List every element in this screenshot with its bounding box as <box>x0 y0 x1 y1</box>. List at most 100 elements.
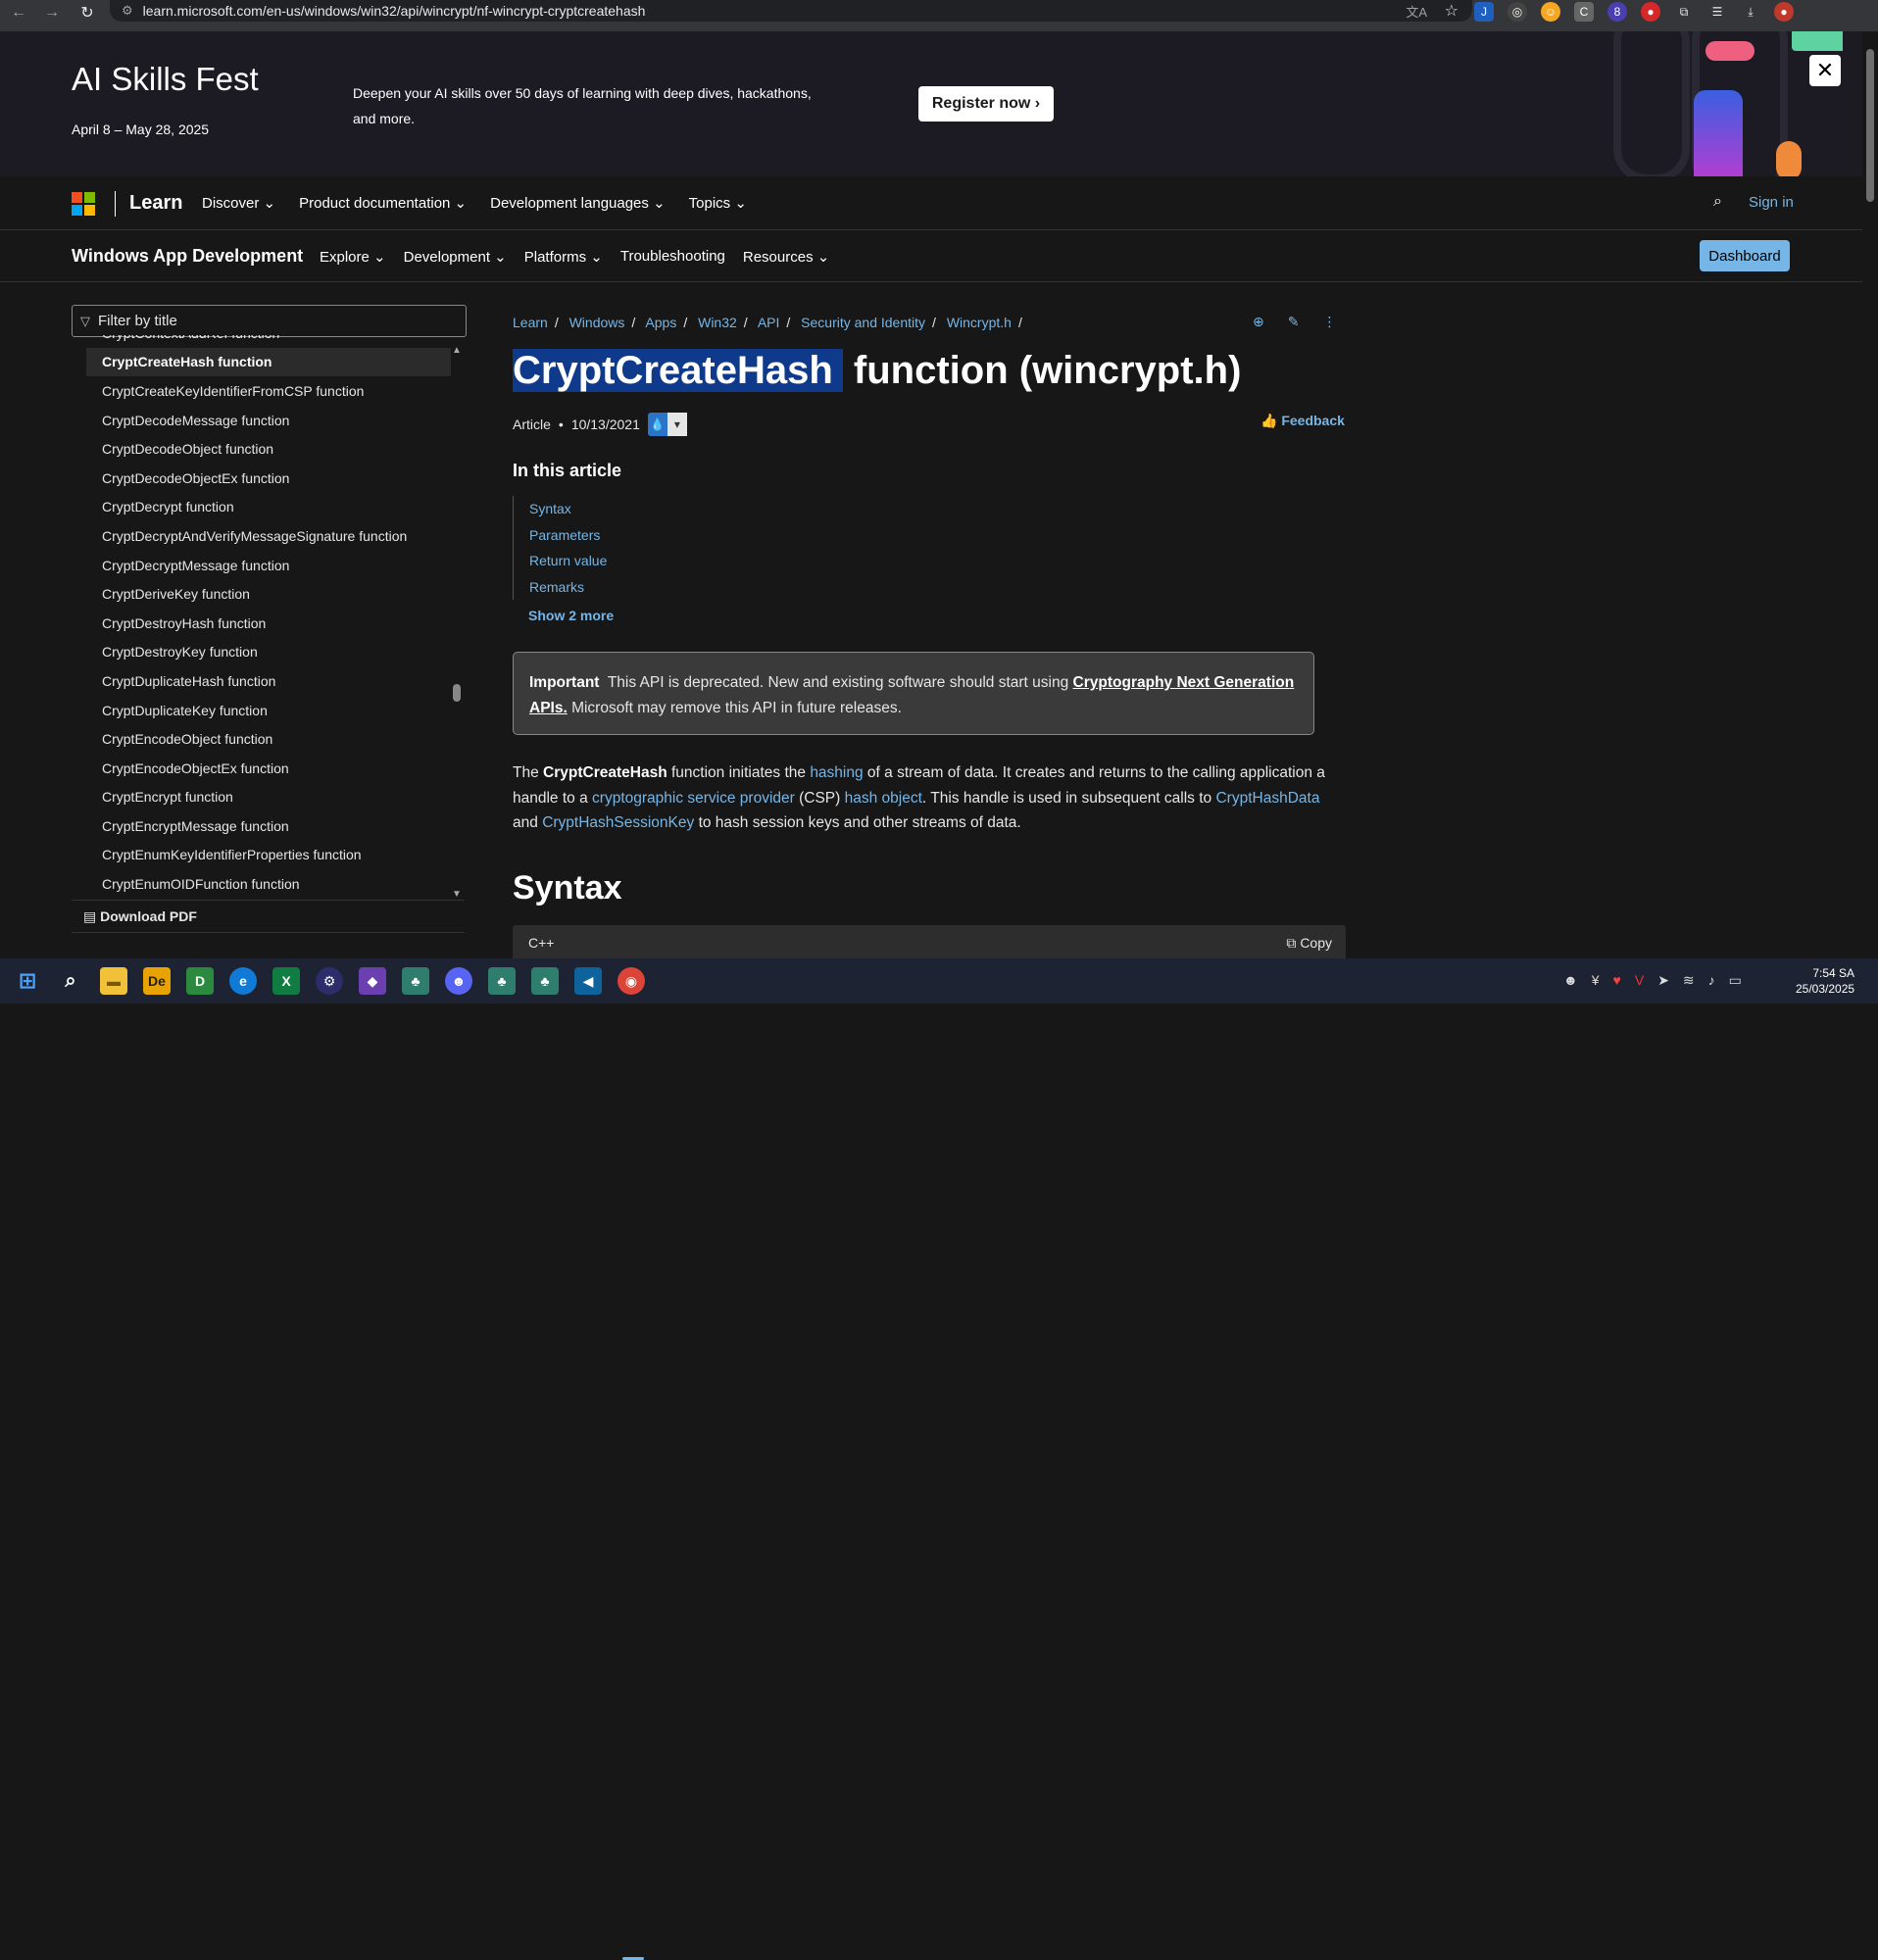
app-a-icon[interactable]: ♣ <box>402 967 429 995</box>
extension-j-icon[interactable]: J <box>1474 2 1494 22</box>
subnav-resources[interactable]: Resources ⌄ <box>743 248 829 266</box>
extension-badge[interactable]: 💧 ▾ <box>647 413 687 436</box>
crypthashdata-link[interactable]: CryptHashData <box>1215 790 1319 807</box>
extension-red-icon[interactable]: ● <box>1641 2 1660 22</box>
toc-item[interactable]: CryptDuplicateKey function <box>86 696 451 725</box>
back-icon[interactable]: ← <box>6 0 31 25</box>
extension-circle-icon[interactable]: ◎ <box>1507 2 1527 22</box>
scroll-down-icon[interactable]: ▼ <box>452 889 462 900</box>
battery-icon[interactable]: ▭ <box>1729 972 1742 989</box>
toc-item[interactable]: CryptEncryptMessage function <box>86 811 451 841</box>
toc-link-return-value[interactable]: Return value <box>529 553 607 568</box>
subnav-explore[interactable]: Explore ⌄ <box>320 248 386 266</box>
wifi-icon[interactable]: ≋ <box>1683 972 1695 989</box>
toc-item[interactable]: CryptDestroyKey function <box>86 638 451 667</box>
edit-icon[interactable]: ✎ <box>1288 314 1300 330</box>
dashboard-button[interactable]: Dashboard <box>1700 240 1790 271</box>
microsoft-logo-icon[interactable] <box>72 192 95 216</box>
toc-item[interactable]: CryptDecodeMessage function <box>86 406 451 435</box>
d-app-icon[interactable]: D <box>186 967 214 995</box>
sidebar-scrollbar[interactable]: ▲ ▼ <box>451 345 463 900</box>
edge-icon[interactable]: e <box>229 967 257 995</box>
nav-topics[interactable]: Topics ⌄ <box>689 194 747 212</box>
site-info-icon[interactable]: ⚙ <box>122 3 133 19</box>
toc-item[interactable]: CryptEncrypt function <box>86 783 451 812</box>
breadcrumb-learn[interactable]: Learn <box>513 315 548 330</box>
taskbar-clock[interactable]: 7:54 SA 25/03/2025 <box>1796 965 1854 997</box>
vscode-icon[interactable]: ◀ <box>574 967 602 995</box>
toc-link-remarks[interactable]: Remarks <box>529 579 584 595</box>
nav-product-documentation[interactable]: Product documentation ⌄ <box>299 194 467 212</box>
hash-object-link[interactable]: hash object <box>845 790 922 807</box>
toc-item[interactable]: CryptEnumOIDFunction function <box>86 869 451 899</box>
discord-icon[interactable]: ☻ <box>445 967 472 995</box>
sidebar-scroll-thumb[interactable] <box>453 684 461 702</box>
toc-item[interactable]: CryptEncodeObject function <box>86 724 451 754</box>
v-tray-icon[interactable]: V <box>1635 972 1644 989</box>
breadcrumb-apps[interactable]: Apps <box>645 315 676 330</box>
windows-start-icon[interactable]: ⊞ <box>14 967 41 995</box>
add-collection-icon[interactable]: ⊕ <box>1253 314 1264 330</box>
feedback-link[interactable]: 👍 Feedback <box>1260 413 1345 429</box>
csp-link[interactable]: cryptographic service provider <box>592 790 795 807</box>
extensions-puzzle-icon[interactable]: ⧉ <box>1674 2 1694 22</box>
volume-icon[interactable]: ♪ <box>1708 972 1715 989</box>
toc-item[interactable]: CryptEnumKeyIdentifierProperties functio… <box>86 841 451 870</box>
toc-item[interactable]: CryptDecodeObjectEx function <box>86 464 451 493</box>
more-options-icon[interactable]: ⋮ <box>1322 314 1336 330</box>
breadcrumb-api[interactable]: API <box>758 315 780 330</box>
file-explorer-icon[interactable]: ▬ <box>100 967 127 995</box>
toc-item-active[interactable]: CryptCreateHash function <box>86 347 451 377</box>
toc-item[interactable]: CryptDeriveKey function <box>86 579 451 609</box>
toc-item[interactable]: CryptDuplicateHash function <box>86 666 451 696</box>
toc-item[interactable]: CryptEncodeObjectEx function <box>86 754 451 783</box>
page-scrollbar[interactable] <box>1862 31 1878 958</box>
breadcrumb-win32[interactable]: Win32 <box>698 315 737 330</box>
toc-item[interactable]: CryptCreateKeyIdentifierFromCSP function <box>86 376 451 406</box>
subnav-development[interactable]: Development ⌄ <box>404 248 507 266</box>
nav-development-languages[interactable]: Development languages ⌄ <box>490 194 666 212</box>
breadcrumb-security[interactable]: Security and Identity <box>801 315 925 330</box>
toc-item[interactable]: CryptDecryptAndVerifyMessageSignature fu… <box>86 521 451 551</box>
search-icon[interactable]: ⌕ <box>1713 193 1722 211</box>
extension-emoji-icon[interactable]: ☺ <box>1541 2 1560 22</box>
translate-icon[interactable]: 文A <box>1406 2 1427 21</box>
download-icon[interactable]: ⤓ <box>1741 2 1760 22</box>
excel-icon[interactable]: X <box>272 967 300 995</box>
hashing-link[interactable]: hashing <box>810 764 863 781</box>
toc-item[interactable]: CryptDecryptMessage function <box>86 551 451 580</box>
toc-item[interactable]: CryptDecrypt function <box>86 493 451 522</box>
toc-link-syntax[interactable]: Syntax <box>529 501 571 516</box>
dev-app-icon[interactable]: De <box>143 967 171 995</box>
register-now-button[interactable]: Register now › <box>918 86 1054 122</box>
profile-avatar[interactable]: ● <box>1774 2 1794 22</box>
app-b-icon[interactable]: ♣ <box>488 967 516 995</box>
subnav-troubleshooting[interactable]: Troubleshooting <box>620 248 725 266</box>
cpu-tray-icon[interactable]: ¥ <box>1592 972 1600 989</box>
toc-item[interactable]: CryptContextAddRef function <box>86 335 451 348</box>
reload-icon[interactable]: ↻ <box>74 0 100 25</box>
toc-item[interactable]: CryptDestroyHash function <box>86 609 451 638</box>
toc-item[interactable]: CryptDecodeObject function <box>86 434 451 464</box>
page-scroll-thumb[interactable] <box>1866 49 1874 202</box>
breadcrumb-wincrypt[interactable]: Wincrypt.h <box>947 315 1012 330</box>
forward-icon[interactable]: → <box>39 0 65 25</box>
media-queue-icon[interactable]: ☰ <box>1707 2 1727 22</box>
shield-tray-icon[interactable]: ♥ <box>1613 972 1621 989</box>
address-bar[interactable]: ⚙ learn.microsoft.com/en-us/windows/win3… <box>110 0 1472 22</box>
send-tray-icon[interactable]: ➤ <box>1657 972 1669 989</box>
learn-brand-link[interactable]: Learn <box>129 192 182 215</box>
copy-button[interactable]: ⧉ Copy <box>1286 935 1332 952</box>
app-c-icon[interactable]: ♣ <box>531 967 559 995</box>
bookmark-star-icon[interactable]: ☆ <box>1445 1 1458 21</box>
download-pdf-link[interactable]: ▤ Download PDF <box>83 908 197 925</box>
filter-by-title-input[interactable]: ▽ Filter by title <box>72 305 467 337</box>
chrome-icon[interactable]: ◉ <box>618 967 645 995</box>
nav-discover[interactable]: Discover ⌄ <box>202 194 275 212</box>
breadcrumb-windows[interactable]: Windows <box>569 315 625 330</box>
close-banner-button[interactable]: ✕ <box>1809 55 1841 86</box>
product-title[interactable]: Windows App Development <box>72 246 303 267</box>
show-more-button[interactable]: Show 2 more <box>528 608 614 623</box>
crypthashsessionkey-link[interactable]: CryptHashSessionKey <box>542 814 694 831</box>
extension-c-icon[interactable]: C <box>1574 2 1594 22</box>
